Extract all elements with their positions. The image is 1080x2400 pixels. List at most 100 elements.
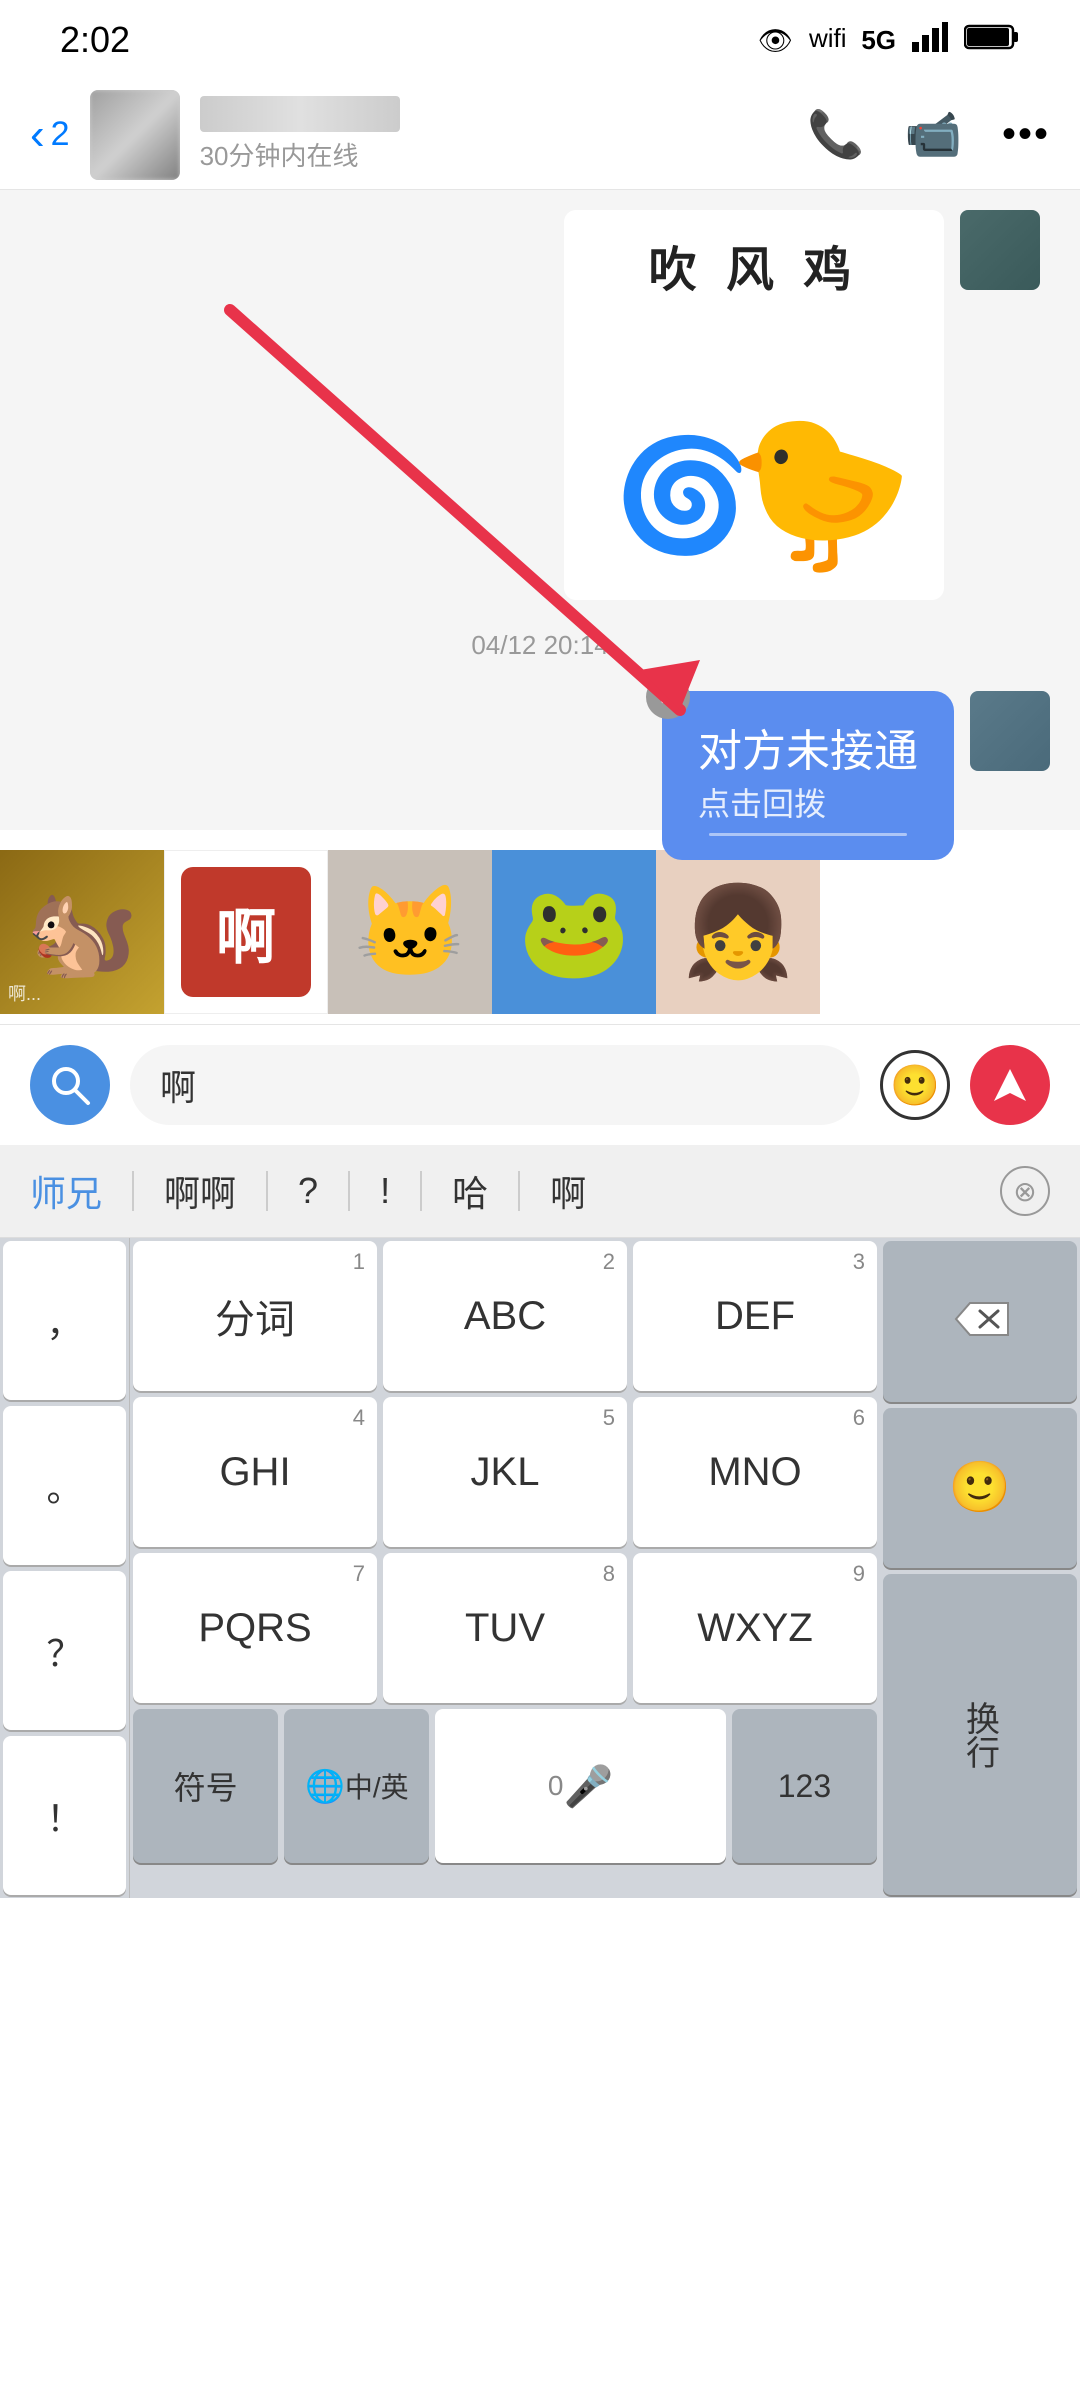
video-icon[interactable]: 📹 bbox=[905, 107, 962, 162]
key-label-def: DEF bbox=[715, 1294, 795, 1339]
key-num-4: 4 bbox=[353, 1405, 365, 1431]
key-2-abc[interactable]: 2 ABC bbox=[383, 1241, 627, 1391]
key-num-9: 9 bbox=[853, 1561, 865, 1587]
contact-info: 30分钟内在线 bbox=[200, 96, 788, 173]
key-label-wxyz: WXYZ bbox=[697, 1606, 813, 1651]
autocomplete-item-2[interactable]: ? bbox=[298, 1170, 318, 1212]
key-9-wxyz[interactable]: 9 WXYZ bbox=[633, 1553, 877, 1703]
key-label-jkl: JKL bbox=[471, 1450, 540, 1495]
key-1-fenbi[interactable]: 1 分词 bbox=[133, 1241, 377, 1391]
key-lang[interactable]: 🌐 中/英 bbox=[284, 1709, 429, 1863]
autocomplete-item-1[interactable]: 啊啊 bbox=[164, 1165, 236, 1217]
key-6-mno[interactable]: 6 MNO bbox=[633, 1397, 877, 1547]
signal-icon bbox=[912, 22, 948, 59]
key-num-8: 8 bbox=[603, 1561, 615, 1587]
chat-area: 吹 风 鸡 🌀 🐤 04/12 20:14 ✕ 对方未接通 点击回拨 bbox=[0, 190, 1080, 830]
key-comma-label: ， bbox=[46, 1295, 82, 1347]
newline-label: 换行 bbox=[956, 1701, 1005, 1769]
key-num-2: 2 bbox=[603, 1249, 615, 1275]
key-newline[interactable]: 换行 bbox=[883, 1574, 1077, 1895]
svg-text:wifi: wifi bbox=[809, 23, 845, 51]
search-button[interactable] bbox=[30, 1045, 110, 1125]
key-delete[interactable] bbox=[883, 1241, 1077, 1402]
battery-icon bbox=[964, 22, 1020, 59]
call-title: 对方未接通 bbox=[698, 715, 918, 779]
key-label-pqrs: PQRS bbox=[198, 1606, 311, 1651]
key-period[interactable]: 。 bbox=[3, 1406, 126, 1565]
autocomplete-divider-4 bbox=[420, 1171, 422, 1211]
keyboard-right-panel: 🙂 换行 bbox=[880, 1238, 1080, 1898]
key-num-1: 1 bbox=[353, 1249, 365, 1275]
autocomplete-item-3[interactable]: ! bbox=[380, 1170, 390, 1212]
key-label-tuv: TUV bbox=[465, 1606, 545, 1651]
keyboard-left-panel: ， 。 ？ ！ bbox=[0, 1238, 130, 1898]
call-underline bbox=[709, 833, 907, 836]
sticker-item-3[interactable]: 🐱 bbox=[328, 850, 492, 1014]
key-lang-label: 中/英 bbox=[345, 1766, 409, 1806]
wifi-icon: wifi bbox=[809, 23, 845, 58]
autocomplete-close-button[interactable]: ⊗ bbox=[1000, 1166, 1050, 1216]
my-avatar bbox=[970, 691, 1050, 771]
key-exclaim[interactable]: ！ bbox=[3, 1736, 126, 1895]
keyboard: ， 。 ？ ！ 1 分词 2 ABC 3 DEF bbox=[0, 1238, 1080, 1898]
send-button[interactable] bbox=[970, 1045, 1050, 1125]
ai-label-area bbox=[198, 2240, 421, 2400]
contact-name bbox=[200, 96, 400, 132]
sender-avatar bbox=[960, 210, 1040, 290]
call-bubble[interactable]: ✕ 对方未接通 点击回拨 bbox=[662, 691, 954, 860]
autocomplete-divider-1 bbox=[132, 1171, 134, 1211]
key-123-label: 123 bbox=[778, 1768, 831, 1805]
key-space[interactable]: 0 🎤 bbox=[435, 1709, 725, 1863]
autocomplete-divider-2 bbox=[266, 1171, 268, 1211]
sticker-bubble: 吹 风 鸡 🌀 🐤 bbox=[564, 210, 944, 600]
emoji-button[interactable]: 🙂 bbox=[880, 1050, 950, 1120]
contact-status: 30分钟内在线 bbox=[200, 136, 788, 173]
search-input-value: 啊 bbox=[160, 1059, 196, 1111]
autocomplete-item-0[interactable]: 师兄 bbox=[30, 1165, 102, 1217]
globe-icon: 🌐 bbox=[305, 1767, 345, 1805]
status-time: 2:02 bbox=[60, 19, 130, 61]
emoji-keyboard-icon: 🙂 bbox=[949, 1458, 1011, 1517]
key-emoji-right[interactable]: 🙂 bbox=[883, 1408, 1077, 1569]
search-input[interactable]: 啊 bbox=[130, 1045, 860, 1125]
more-icon[interactable]: ••• bbox=[1002, 112, 1050, 157]
status-bar: 2:02 👁 wifi 5G bbox=[0, 0, 1080, 80]
key-7-pqrs[interactable]: 7 PQRS bbox=[133, 1553, 377, 1703]
key-3-def[interactable]: 3 DEF bbox=[633, 1241, 877, 1391]
sticker-title: 吹 风 鸡 bbox=[584, 230, 924, 300]
autocomplete-item-4[interactable]: 哈 bbox=[452, 1165, 488, 1217]
key-5-jkl[interactable]: 5 JKL bbox=[383, 1397, 627, 1547]
key-8-tuv[interactable]: 8 TUV bbox=[383, 1553, 627, 1703]
sticker-item-1[interactable]: 🐿️ 啊... bbox=[0, 850, 164, 1014]
close-circle-icon: ⊗ bbox=[1013, 1175, 1036, 1208]
search-bar: 啊 🙂 bbox=[0, 1024, 1080, 1145]
key-comma[interactable]: ， bbox=[3, 1241, 126, 1400]
autocomplete-item-5[interactable]: 啊 bbox=[550, 1165, 586, 1217]
phone-icon[interactable]: 📞 bbox=[807, 107, 864, 162]
nav-actions: 📞 📹 ••• bbox=[807, 107, 1050, 162]
call-message-row: ✕ 对方未接通 点击回拨 bbox=[30, 691, 1050, 860]
sticker-item-5[interactable]: 👧 bbox=[656, 850, 820, 1014]
back-count: 2 bbox=[51, 115, 70, 154]
key-4-ghi[interactable]: 4 GHI bbox=[133, 1397, 377, 1547]
key-exclaim-label: ！ bbox=[46, 1790, 82, 1842]
key-label-abc: ABC bbox=[464, 1294, 546, 1339]
back-button[interactable]: ‹ 2 bbox=[30, 110, 70, 160]
call-bubble-wrapper[interactable]: ✕ 对方未接通 点击回拨 bbox=[662, 691, 954, 860]
key-symbol-label: 符号 bbox=[174, 1763, 238, 1809]
key-symbol[interactable]: 符号 bbox=[133, 1709, 278, 1863]
key-num-6: 6 bbox=[853, 1405, 865, 1431]
key-123[interactable]: 123 bbox=[732, 1709, 877, 1863]
sticker-item-2[interactable]: 啊 bbox=[164, 850, 328, 1014]
timestamp: 04/12 20:14 bbox=[30, 630, 1050, 661]
back-chevron-icon: ‹ bbox=[30, 110, 45, 160]
kb-bottom-row: 符号 🌐 中/英 0 🎤 123 bbox=[130, 1706, 880, 1866]
network-label: 5G bbox=[861, 25, 896, 56]
sticker-image: 🌀 🐤 bbox=[584, 300, 924, 580]
key-question[interactable]: ？ bbox=[3, 1571, 126, 1730]
contact-avatar bbox=[90, 90, 180, 180]
key-num-5: 5 bbox=[603, 1405, 615, 1431]
search-icon bbox=[48, 1063, 92, 1107]
sticker-message: 吹 风 鸡 🌀 🐤 bbox=[30, 210, 1050, 600]
sticker-item-4[interactable]: 🐸 bbox=[492, 850, 656, 1014]
